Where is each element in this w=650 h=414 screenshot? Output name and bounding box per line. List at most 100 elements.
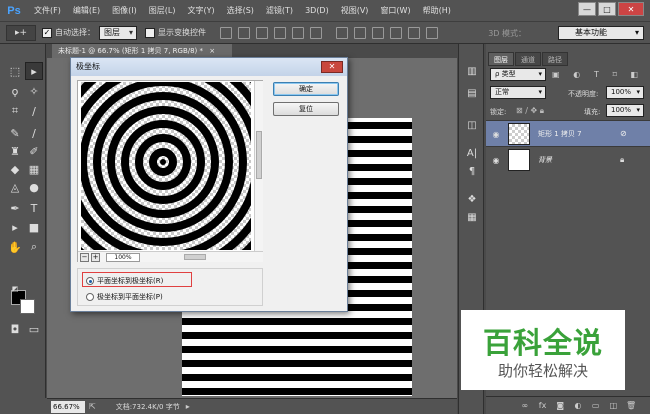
link-layers-icon[interactable]: ∞: [519, 400, 531, 412]
menu-window[interactable]: 窗口(W): [380, 5, 410, 16]
fill-field[interactable]: 100%: [606, 104, 644, 117]
crop-tool-icon[interactable]: ⌗: [6, 102, 24, 120]
gradient-tool-icon[interactable]: ▦: [25, 160, 43, 178]
menu-help[interactable]: 帮助(H): [423, 5, 451, 16]
filter-type-icon[interactable]: T: [594, 70, 599, 79]
menu-3d[interactable]: 3D(D): [305, 6, 329, 15]
filter-pixel-icon[interactable]: ▣: [552, 70, 560, 79]
dodge-tool-icon[interactable]: ●: [25, 178, 43, 196]
menu-select[interactable]: 选择(S): [227, 5, 254, 16]
quick-mask-icon[interactable]: ◘: [6, 320, 24, 338]
eraser-icon[interactable]: ◆: [6, 160, 24, 178]
menu-type[interactable]: 文字(Y): [187, 5, 214, 16]
adjustments-panel-icon[interactable]: ◫: [463, 116, 481, 134]
character-panel-icon[interactable]: A|: [463, 144, 481, 162]
dialog-close-button[interactable]: ✕: [321, 61, 343, 73]
opacity-field[interactable]: 100%: [606, 86, 644, 99]
distribute-vcenter-icon[interactable]: [354, 26, 366, 39]
filter-adjust-icon[interactable]: ◐: [573, 70, 580, 79]
screen-mode-icon[interactable]: ▭: [25, 320, 43, 338]
layer-row[interactable]: ◉ 背景 🔒︎: [486, 146, 650, 172]
align-vcenter-icon[interactable]: [238, 26, 250, 39]
tab-paths[interactable]: 路径: [542, 52, 568, 66]
ok-button[interactable]: 确定: [273, 82, 339, 96]
new-group-icon[interactable]: ▭: [590, 400, 602, 412]
menu-edit[interactable]: 编辑(E): [73, 5, 100, 16]
show-transform-checkbox[interactable]: [145, 27, 155, 38]
preview-hscroll-thumb[interactable]: [184, 254, 206, 260]
background-color-swatch[interactable]: [20, 299, 35, 314]
swatches-panel-icon[interactable]: ▦: [463, 208, 481, 226]
option-rect-to-polar[interactable]: 平面坐标到极坐标(R): [86, 276, 163, 286]
menu-image[interactable]: 图像(I): [112, 5, 137, 16]
type-tool-icon[interactable]: T: [25, 199, 43, 217]
shape-tool-icon[interactable]: ■: [25, 218, 43, 236]
auto-select-dropdown[interactable]: 图层: [99, 25, 137, 40]
distribute-top-icon[interactable]: [336, 26, 348, 39]
radio-rect-to-polar[interactable]: [86, 277, 94, 285]
visibility-eye-icon[interactable]: ◉: [491, 129, 501, 139]
menu-file[interactable]: 文件(F): [34, 5, 61, 16]
layer-filter-icons[interactable]: ▣ ◐ T ⌑ ◧: [552, 68, 638, 81]
workspace-dropdown[interactable]: 基本功能: [558, 26, 644, 40]
preview-scroll-thumb[interactable]: [256, 131, 262, 179]
actions-panel-icon[interactable]: ▤: [463, 84, 481, 102]
marquee-tool-icon[interactable]: ⬚: [6, 62, 24, 80]
layer-filter-dropdown[interactable]: ρ 类型: [490, 68, 546, 81]
filter-smart-icon[interactable]: ◧: [630, 70, 638, 79]
clone-stamp-icon[interactable]: ♜: [6, 142, 24, 160]
add-mask-icon[interactable]: ◙: [554, 400, 566, 412]
paragraph-panel-icon[interactable]: ¶: [463, 162, 481, 180]
menu-layer[interactable]: 图层(L): [149, 5, 176, 16]
delete-layer-icon[interactable]: 🗑︎: [625, 400, 637, 412]
maximize-button[interactable]: □: [598, 2, 616, 16]
blend-mode-dropdown[interactable]: 正常: [490, 86, 546, 99]
distribute-left-icon[interactable]: [390, 26, 402, 39]
distribute-right-icon[interactable]: [426, 26, 438, 39]
new-layer-icon[interactable]: ◫: [607, 400, 619, 412]
zoom-out-button[interactable]: −: [80, 252, 89, 262]
pen-tool-icon[interactable]: ✒: [6, 199, 24, 217]
export-icon[interactable]: ⇱: [89, 402, 96, 411]
history-panel-icon[interactable]: ▥: [463, 62, 481, 80]
preview-scrollbar[interactable]: [254, 81, 263, 251]
zoom-tool-icon[interactable]: ⌕: [25, 238, 43, 256]
layer-style-icon[interactable]: fx: [537, 400, 549, 412]
visibility-eye-icon[interactable]: ◉: [491, 155, 501, 165]
eyedropper-icon[interactable]: ∕: [25, 102, 43, 120]
blur-tool-icon[interactable]: ◬: [6, 178, 24, 196]
default-colors-icon[interactable]: ◩: [6, 280, 24, 298]
healing-brush-icon[interactable]: ✎: [6, 124, 24, 142]
magic-wand-icon[interactable]: ✧: [25, 82, 43, 100]
hand-tool-icon[interactable]: ✋: [6, 238, 24, 256]
auto-select-checkbox[interactable]: ✓: [42, 27, 52, 38]
move-tool-icon[interactable]: ▸: [25, 62, 43, 80]
brush-tool-icon[interactable]: ∕: [25, 124, 43, 142]
filter-shape-icon[interactable]: ⌑: [613, 70, 617, 79]
path-select-icon[interactable]: ▸: [6, 218, 24, 236]
align-hcenter-icon[interactable]: [292, 26, 304, 39]
menu-view[interactable]: 视图(V): [341, 5, 369, 16]
adjustment-layer-icon[interactable]: ◐: [572, 400, 584, 412]
layer-row[interactable]: ◉ 矩形 1 拷贝 7 ⊘: [486, 120, 650, 146]
zoom-field[interactable]: 66.67%: [51, 400, 85, 413]
close-button[interactable]: ✕: [618, 2, 644, 16]
zoom-in-button[interactable]: +: [91, 252, 100, 262]
filter-preview[interactable]: − + 100%: [77, 80, 263, 262]
align-left-icon[interactable]: [274, 26, 286, 39]
distribute-bottom-icon[interactable]: [372, 26, 384, 39]
align-right-icon[interactable]: [310, 26, 322, 39]
tab-layers[interactable]: 图层: [488, 52, 514, 66]
align-bottom-icon[interactable]: [256, 26, 268, 39]
menu-filter[interactable]: 滤镜(T): [266, 5, 293, 16]
document-tab-close-icon[interactable]: ×: [209, 47, 215, 55]
align-top-icon[interactable]: [220, 26, 232, 39]
lasso-tool-icon[interactable]: ϙ: [6, 82, 24, 100]
document-tab[interactable]: 未标题-1 @ 66.7% (矩形 1 拷贝 7, RGB/8) * ×: [52, 44, 232, 58]
option-polar-to-rect[interactable]: 极坐标到平面坐标(P): [86, 292, 163, 302]
distribute-hcenter-icon[interactable]: [408, 26, 420, 39]
tab-channels[interactable]: 通道: [515, 52, 541, 66]
reset-button[interactable]: 复位: [273, 102, 339, 116]
lock-icons[interactable]: ⊠ ∕ ✥ 🔒︎: [516, 106, 544, 116]
status-arrow-icon[interactable]: ▸: [186, 402, 190, 411]
